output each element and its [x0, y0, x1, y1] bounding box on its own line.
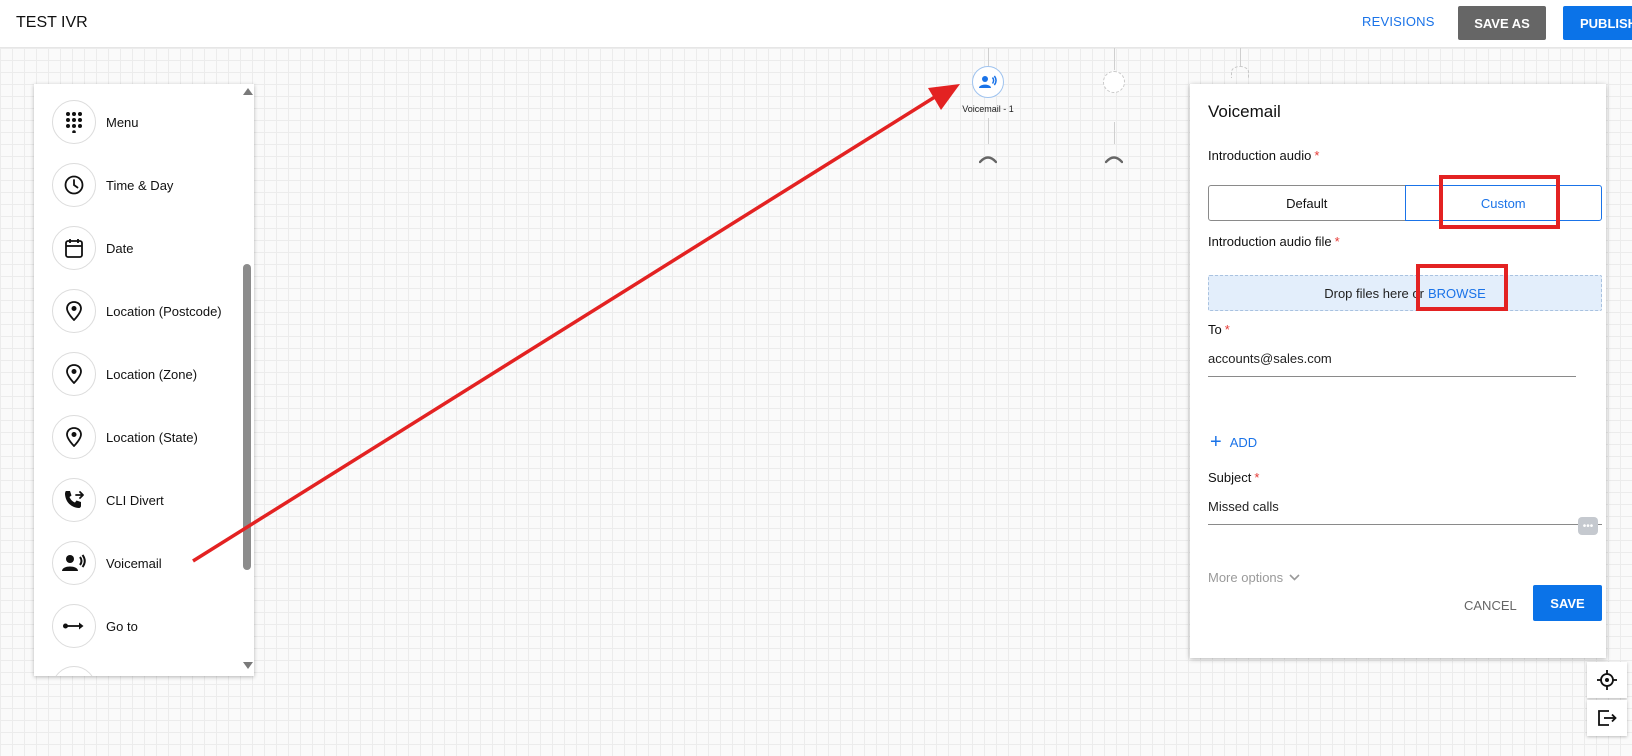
- save-button[interactable]: SAVE: [1533, 585, 1602, 621]
- subject-label: Subject *: [1208, 470, 1260, 485]
- voicemail-icon: [52, 541, 96, 585]
- publish-button[interactable]: PUBLISH: [1563, 6, 1632, 40]
- palette-item-go-to[interactable]: Go to: [52, 603, 242, 649]
- palette-item-label: CLI Divert: [106, 492, 164, 508]
- scroll-up-arrow[interactable]: [243, 88, 253, 95]
- revisions-link[interactable]: REVISIONS: [1362, 14, 1435, 29]
- more-dots-icon[interactable]: •••: [1578, 517, 1598, 535]
- palette-item-voicemail[interactable]: Voicemail: [52, 540, 242, 586]
- flow-connector: [1114, 122, 1115, 144]
- annotation-highlight-custom: [1439, 175, 1560, 229]
- more-options-toggle[interactable]: More options: [1208, 570, 1300, 585]
- intro-audio-label: Introduction audio *: [1208, 148, 1320, 163]
- intro-audio-file-label: Introduction audio file *: [1208, 234, 1340, 249]
- empty-node-placeholder[interactable]: [1103, 71, 1125, 93]
- goto-arrow-icon: [52, 604, 96, 648]
- palette-item-date[interactable]: Date: [52, 225, 242, 271]
- palette-scrollbar[interactable]: [240, 84, 254, 676]
- palette-item-label: Time & Day: [106, 177, 174, 193]
- voicemail-icon: [979, 75, 997, 88]
- to-label: To *: [1208, 322, 1230, 337]
- page-title: TEST IVR: [16, 14, 88, 31]
- add-recipient-button[interactable]: + ADD: [1210, 431, 1258, 453]
- palette-item-location-zone[interactable]: Location (Zone): [52, 351, 242, 397]
- more-options-label: More options: [1208, 570, 1284, 585]
- to-email-input[interactable]: [1208, 351, 1576, 377]
- flow-connector: [988, 48, 989, 66]
- plus-icon: +: [1210, 431, 1222, 453]
- palette-item-label: Location (Postcode): [106, 303, 222, 319]
- scroll-thumb[interactable]: [243, 264, 251, 570]
- scroll-down-arrow[interactable]: [243, 662, 253, 669]
- palette-item-label: Date: [106, 240, 134, 256]
- file-dropzone[interactable]: Drop files here or BROWSE: [1208, 275, 1602, 311]
- center-view-button[interactable]: [1587, 662, 1627, 698]
- empty-node-placeholder[interactable]: [1231, 66, 1249, 78]
- hangup-icon: [979, 156, 997, 164]
- default-option-button[interactable]: Default: [1208, 185, 1406, 221]
- flow-connector: [1240, 48, 1241, 66]
- exit-icon: [1598, 710, 1617, 726]
- node-palette: Menu Time & Day Date Location (Postcode)…: [34, 84, 254, 676]
- palette-next-item-icon[interactable]: [52, 666, 96, 676]
- flow-connector: [988, 118, 989, 144]
- chevron-down-icon: [1289, 574, 1300, 581]
- voicemail-flow-node[interactable]: [972, 66, 1004, 98]
- palette-item-location-postcode[interactable]: Location (Postcode): [52, 288, 242, 334]
- top-bar: TEST IVR REVISIONS SAVE AS PUBLISH: [0, 0, 1632, 48]
- location-pin-icon: [52, 352, 96, 396]
- annotation-highlight-browse: [1416, 264, 1508, 311]
- flow-connector: [1114, 48, 1115, 70]
- palette-item-label: Location (Zone): [106, 366, 198, 382]
- palette-item-label: Menu: [106, 114, 139, 130]
- subject-input[interactable]: [1208, 499, 1602, 525]
- palette-item-label: Go to: [106, 618, 138, 634]
- voicemail-panel: Voicemail Introduction audio * Default Cu…: [1190, 84, 1606, 658]
- palette-item-time-day[interactable]: Time & Day: [52, 162, 242, 208]
- location-pin-icon: [52, 289, 96, 333]
- palette-item-menu[interactable]: Menu: [52, 99, 242, 145]
- phone-forward-icon: [52, 478, 96, 522]
- palette-item-label: Voicemail: [106, 555, 162, 571]
- palette-item-location-state[interactable]: Location (State): [52, 414, 242, 460]
- palette-item-label: Location (State): [106, 429, 198, 445]
- voicemail-node-label: Voicemail - 1: [962, 104, 1014, 114]
- panel-title: Voicemail: [1208, 102, 1281, 121]
- dropzone-text: Drop files here or: [1324, 285, 1424, 301]
- save-as-button[interactable]: SAVE AS: [1458, 6, 1546, 40]
- dialpad-icon: [52, 100, 96, 144]
- cancel-button[interactable]: CANCEL: [1464, 598, 1517, 613]
- calendar-icon: [52, 226, 96, 270]
- clock-icon: [52, 163, 96, 207]
- crosshair-icon: [1597, 670, 1617, 690]
- palette-item-cli-divert[interactable]: CLI Divert: [52, 477, 242, 523]
- hangup-icon: [1105, 156, 1123, 164]
- exit-button[interactable]: [1587, 700, 1627, 736]
- location-pin-icon: [52, 415, 96, 459]
- add-label: ADD: [1229, 434, 1258, 450]
